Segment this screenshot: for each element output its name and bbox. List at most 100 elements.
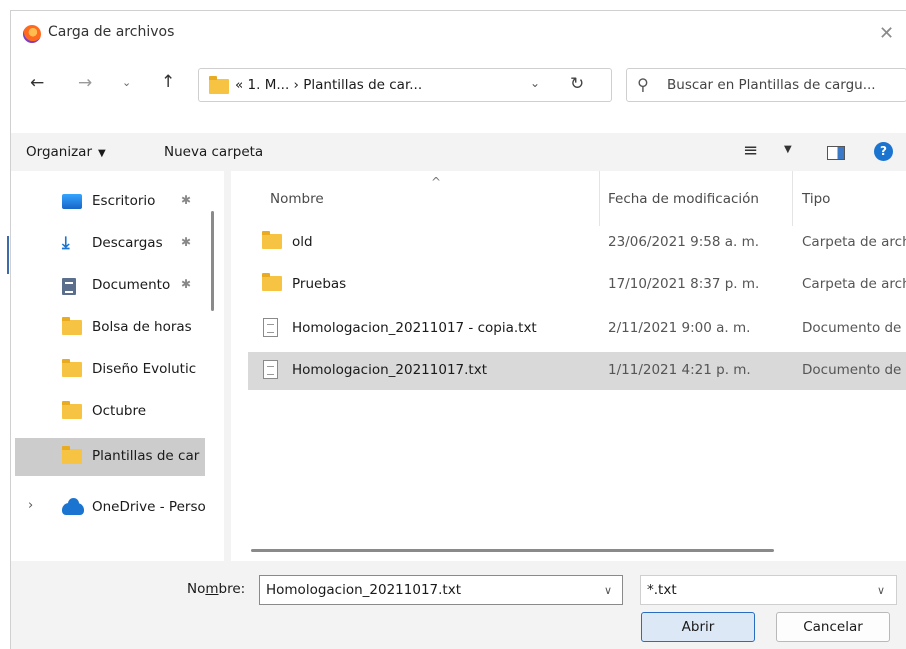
chevron-down-icon: ⌄ — [122, 76, 132, 89]
caret-down-icon: ▼ — [98, 148, 106, 159]
file-type: Documento de — [802, 362, 902, 378]
pin-icon[interactable]: ✱ — [181, 277, 191, 291]
folder-icon — [62, 401, 82, 419]
arrow-up-icon: ↑ — [161, 72, 176, 92]
new-folder-button[interactable]: Nueva carpeta — [164, 144, 263, 160]
sidebar-item-label: Diseño Evolutic — [92, 361, 197, 377]
file-date: 1/11/2021 4:21 p. m. — [608, 362, 751, 378]
sidebar-scrollbar[interactable] — [211, 211, 214, 311]
file-date: 2/11/2021 9:00 a. m. — [608, 320, 751, 336]
file-date: 23/06/2021 9:58 a. m. — [608, 234, 760, 250]
file-name: Homologacion_20211017.txt — [292, 362, 487, 378]
file-date: 17/10/2021 8:37 p. m. — [608, 276, 760, 292]
command-bar: Organizar ▼ Nueva carpeta ≡ ▼ ? — [11, 133, 906, 171]
help-icon[interactable]: ? — [874, 142, 893, 161]
folder-icon — [62, 317, 82, 335]
pin-icon[interactable]: ✱ — [181, 193, 191, 207]
chevron-right-icon[interactable]: › — [28, 498, 33, 513]
filetype-select[interactable]: *.txt ∨ — [640, 575, 897, 605]
file-name: old — [292, 234, 313, 250]
chevron-down-icon[interactable]: ∨ — [877, 584, 885, 597]
folder-icon — [62, 359, 82, 377]
sidebar-item-plantillas[interactable]: Plantillas de car — [15, 438, 205, 476]
address-path[interactable]: « 1. M... › Plantillas de car... — [235, 77, 422, 93]
file-row-selected[interactable]: Homologacion_20211017.txt 1/11/2021 4:21… — [248, 352, 906, 390]
column-header-type[interactable]: Tipo — [802, 191, 830, 207]
sidebar-item-escritorio[interactable]: Escritorio ✱ — [15, 183, 205, 221]
file-type: Carpeta de arch — [802, 276, 906, 292]
view-options-icon[interactable]: ≡ — [743, 140, 758, 161]
file-type: Documento de — [802, 320, 902, 336]
sidebar-item-label: Octubre — [92, 403, 147, 419]
cancel-button[interactable]: Cancelar — [776, 612, 890, 642]
filename-field[interactable]: Homologacion_20211017.txt ∨ — [259, 575, 623, 605]
column-header-name[interactable]: Nombre — [270, 191, 324, 207]
dialog-footer: Nombre: Homologacion_20211017.txt ∨ *.tx… — [11, 561, 906, 649]
sidebar-item-onedrive[interactable]: › OneDrive - Perso — [15, 489, 205, 527]
file-list: ^ Nombre Fecha de modificación Tipo old … — [231, 171, 906, 561]
file-name: Pruebas — [292, 276, 347, 292]
sidebar-item-label: OneDrive - Perso — [92, 499, 205, 515]
pin-icon[interactable]: ✱ — [181, 235, 191, 249]
up-button[interactable]: ↑ — [161, 72, 175, 92]
sort-ascending-icon: ^ — [431, 175, 442, 189]
file-row[interactable]: old 23/06/2021 9:58 a. m. Carpeta de arc… — [248, 224, 906, 262]
desktop-icon — [62, 194, 82, 209]
folder-icon — [262, 231, 282, 249]
file-type: Carpeta de arch — [802, 234, 906, 250]
folder-icon — [62, 446, 82, 464]
recent-locations-button[interactable]: ⌄ — [122, 76, 131, 89]
organize-label: Organizar — [26, 144, 92, 160]
column-divider[interactable] — [599, 171, 600, 226]
column-header-date[interactable]: Fecha de modificación — [608, 191, 759, 207]
open-button-label: Abrir — [681, 619, 715, 635]
background-window-marker — [7, 236, 9, 274]
folder-icon — [209, 76, 229, 94]
column-divider[interactable] — [792, 171, 793, 226]
horizontal-scrollbar[interactable] — [251, 549, 774, 552]
forward-button[interactable]: → — [78, 73, 92, 93]
file-open-dialog: Carga de archivos ✕ ← → ⌄ ↑ « 1. M... › … — [10, 10, 906, 649]
document-icon — [62, 278, 76, 295]
arrow-right-icon: → — [78, 73, 93, 93]
sidebar-item-label: Bolsa de horas — [92, 319, 192, 335]
sidebar-item-bolsa-de-horas[interactable]: Bolsa de horas — [15, 309, 205, 347]
sidebar-item-label: Plantillas de car — [92, 448, 200, 464]
open-button[interactable]: Abrir — [641, 612, 755, 642]
navigation-bar: ← → ⌄ ↑ « 1. M... › Plantillas de car...… — [11, 55, 906, 143]
organize-menu[interactable]: Organizar ▼ — [26, 144, 106, 160]
window-title: Carga de archivos — [48, 24, 175, 40]
address-dropdown-icon[interactable]: ⌄ — [530, 76, 540, 90]
onedrive-icon — [62, 498, 84, 515]
download-icon: ⤓ — [62, 233, 70, 253]
file-row[interactable]: Pruebas 17/10/2021 8:37 p. m. Carpeta de… — [248, 266, 906, 304]
search-icon: ⚲ — [637, 75, 649, 94]
filename-value[interactable]: Homologacion_20211017.txt — [266, 582, 461, 598]
title-bar: Carga de archivos ✕ — [11, 11, 906, 55]
sidebar-item-documentos[interactable]: Documento ✱ — [15, 267, 205, 305]
chevron-down-icon[interactable]: ∨ — [604, 584, 612, 597]
arrow-left-icon: ← — [30, 73, 45, 93]
navigation-pane: Escritorio ✱ ⤓ Descargas ✱ Documento ✱ B… — [11, 171, 224, 561]
close-icon[interactable]: ✕ — [879, 23, 906, 44]
caret-down-icon[interactable]: ▼ — [784, 144, 792, 155]
file-name: Homologacion_20211017 - copia.txt — [292, 320, 537, 336]
sidebar-item-diseno-evolutivo[interactable]: Diseño Evolutic — [15, 351, 205, 389]
text-file-icon — [263, 360, 278, 379]
address-bar[interactable]: « 1. M... › Plantillas de car... ⌄ ↻ — [198, 68, 612, 102]
refresh-icon[interactable]: ↻ — [570, 74, 584, 94]
search-box[interactable]: ⚲ — [626, 68, 906, 102]
sidebar-item-octubre[interactable]: Octubre — [15, 393, 205, 431]
text-file-icon — [263, 318, 278, 337]
back-button[interactable]: ← — [30, 73, 44, 93]
cancel-button-label: Cancelar — [803, 619, 863, 635]
file-row[interactable]: Homologacion_20211017 - copia.txt 2/11/2… — [248, 310, 906, 348]
filename-label: Nombre: — [187, 581, 246, 597]
preview-pane-icon[interactable] — [827, 146, 845, 160]
firefox-icon — [23, 25, 41, 43]
filetype-value: *.txt — [647, 582, 677, 598]
background-window-edge — [0, 0, 10, 649]
search-input[interactable] — [667, 77, 906, 93]
sidebar-item-descargas[interactable]: ⤓ Descargas ✱ — [15, 225, 205, 263]
folder-icon — [262, 273, 282, 291]
